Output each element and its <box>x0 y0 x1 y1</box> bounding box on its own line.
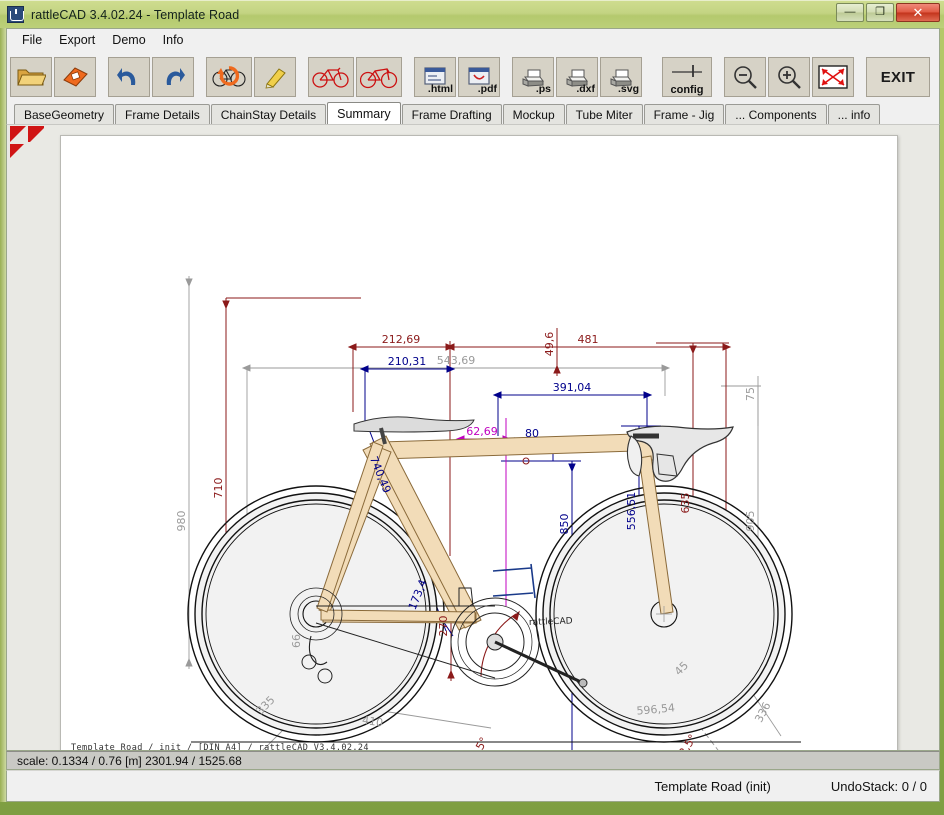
tab-chainstay-details[interactable]: ChainStay Details <box>210 104 327 124</box>
export-ps-button[interactable]: .ps <box>512 57 554 97</box>
redo-button[interactable] <box>152 57 194 97</box>
tab-frame-jig[interactable]: Frame - Jig <box>643 104 725 124</box>
menu-file[interactable]: File <box>16 31 53 50</box>
tab-tube-miter[interactable]: Tube Miter <box>565 104 643 124</box>
zoom-in-button[interactable] <box>768 57 810 97</box>
export-html-label: .html <box>427 83 453 95</box>
window-title: rattleCAD 3.4.02.24 - Template Road <box>31 7 240 22</box>
dim-text-543: 543,69 <box>437 354 476 367</box>
status-project: Template Road (init) <box>654 778 771 794</box>
dim-text-556: 556,51 <box>625 492 638 531</box>
dim-text-410: 410 <box>361 713 384 729</box>
frame-road-button[interactable] <box>308 57 354 97</box>
toolbar-group-model <box>205 55 297 99</box>
close-button[interactable]: ✕ <box>896 3 940 22</box>
export-dxf-label: .dxf <box>576 83 595 95</box>
window-controls: — ❐ ✕ <box>836 3 940 22</box>
menu-bar: File Export Demo Info <box>6 28 940 52</box>
edit-button[interactable] <box>254 57 296 97</box>
status-bar: Template Road (init) UndoStack: 0 / 0 <box>6 770 940 802</box>
zoom-out-button[interactable] <box>724 57 766 97</box>
dim-text-391: 391,04 <box>553 381 592 394</box>
tab-components[interactable]: ... Components <box>725 104 827 124</box>
dim-text-710: 710 <box>212 478 225 499</box>
export-pdf-button[interactable]: .pdf <box>458 57 500 97</box>
export-dxf-button[interactable]: .dxf <box>556 57 598 97</box>
config-label: config <box>670 84 704 96</box>
toolbar-group-zoom <box>723 55 855 99</box>
red-mtb-bike-icon <box>360 65 398 89</box>
toolbar-group-config: config <box>661 55 713 99</box>
toolbar: .html .pdf .ps .dxf .svg config EXIT <box>6 52 940 102</box>
expand-arrows-icon <box>817 64 849 90</box>
tab-frame-details[interactable]: Frame Details <box>115 104 210 124</box>
slider-icon <box>663 63 711 77</box>
dim-text-80: 80 <box>525 427 539 440</box>
bike-refresh-icon <box>211 64 247 90</box>
dim-text-210: 210,31 <box>388 355 427 368</box>
red-road-bike-icon <box>312 65 350 89</box>
toolbar-group-presets <box>307 55 403 99</box>
export-pdf-label: .pdf <box>477 83 497 95</box>
export-html-button[interactable]: .html <box>414 57 456 97</box>
maximize-button[interactable]: ❐ <box>866 3 894 22</box>
tab-summary[interactable]: Summary <box>327 102 401 124</box>
tab-info[interactable]: ... info <box>827 104 881 124</box>
undo-button[interactable] <box>108 57 150 97</box>
menu-info[interactable]: Info <box>157 31 195 50</box>
export-svg-label: .svg <box>617 83 639 95</box>
toolbar-group-history <box>107 55 195 99</box>
export-svg-button[interactable]: .svg <box>600 57 642 97</box>
dim-text-635: 635 <box>679 493 692 514</box>
dim-text-212: 212,69 <box>382 333 421 346</box>
magnifier-plus-icon <box>775 64 803 90</box>
drawing-caption: Template Road / init / [DIN A4] / rattle… <box>71 743 369 751</box>
menu-demo[interactable]: Demo <box>106 31 156 50</box>
drawing-paper[interactable]: rattleCAD 212,69 481 210,31 543,69 391,0… <box>60 135 898 751</box>
menu-export[interactable]: Export <box>53 31 106 50</box>
config-button[interactable]: config <box>662 57 712 97</box>
dim-text-49: 49,6 <box>543 332 556 357</box>
tab-bar: BaseGeometry Frame Details ChainStay Det… <box>6 102 940 124</box>
dim-text-62: 62,69 <box>466 425 498 438</box>
save-disk-icon <box>60 64 90 90</box>
toolbar-group-docs: .html .pdf <box>413 55 501 99</box>
undo-arrow-icon <box>115 65 143 89</box>
tab-frame-drafting[interactable]: Frame Drafting <box>401 104 502 124</box>
dim-text-270: 270 <box>437 616 450 637</box>
svg-text:rattleCAD: rattleCAD <box>529 616 573 628</box>
app-icon <box>7 6 24 23</box>
status-undostack: UndoStack: 0 / 0 <box>830 778 927 794</box>
open-button[interactable] <box>10 57 52 97</box>
exit-button[interactable]: EXIT <box>866 57 930 97</box>
redo-arrow-icon <box>159 65 187 89</box>
zoom-fit-button[interactable] <box>812 57 854 97</box>
dim-text-905: 905 <box>744 511 757 532</box>
toolbar-group-vector: .ps .dxf .svg <box>511 55 643 99</box>
dim-text-481: 481 <box>578 333 599 346</box>
save-button[interactable] <box>54 57 96 97</box>
application-window: rattleCAD 3.4.02.24 - Template Road — ❐ … <box>0 0 944 802</box>
export-ps-label: .ps <box>535 83 551 95</box>
reload-button[interactable] <box>206 57 252 97</box>
dim-text-angle-735: 73,5° <box>465 735 491 751</box>
tab-basegeometry[interactable]: BaseGeometry <box>14 104 115 124</box>
scale-bar: scale: 0.1334 / 0.76 [m] 2301.94 / 1525.… <box>6 751 940 770</box>
drawing-canvas[interactable]: rattleCAD 212,69 481 210,31 543,69 391,0… <box>6 124 940 751</box>
dim-text-980: 980 <box>175 511 188 532</box>
title-bar: rattleCAD 3.4.02.24 - Template Road — ❐ … <box>0 0 944 28</box>
frame-mtb-button[interactable] <box>356 57 402 97</box>
folder-icon <box>16 64 46 90</box>
minimize-button[interactable]: — <box>836 3 864 22</box>
bicycle-technical-drawing: rattleCAD 212,69 481 210,31 543,69 391,0… <box>175 276 801 751</box>
tab-mockup[interactable]: Mockup <box>502 104 565 124</box>
toolbar-group-file <box>9 55 97 99</box>
magnifier-minus-icon <box>731 64 759 90</box>
dim-text-850: 850 <box>558 514 571 535</box>
yellow-pencil-icon <box>261 64 289 90</box>
corner-marker-icon <box>10 126 44 158</box>
dim-text-75: 75 <box>744 387 757 401</box>
dim-text-66: 66 <box>290 634 303 648</box>
